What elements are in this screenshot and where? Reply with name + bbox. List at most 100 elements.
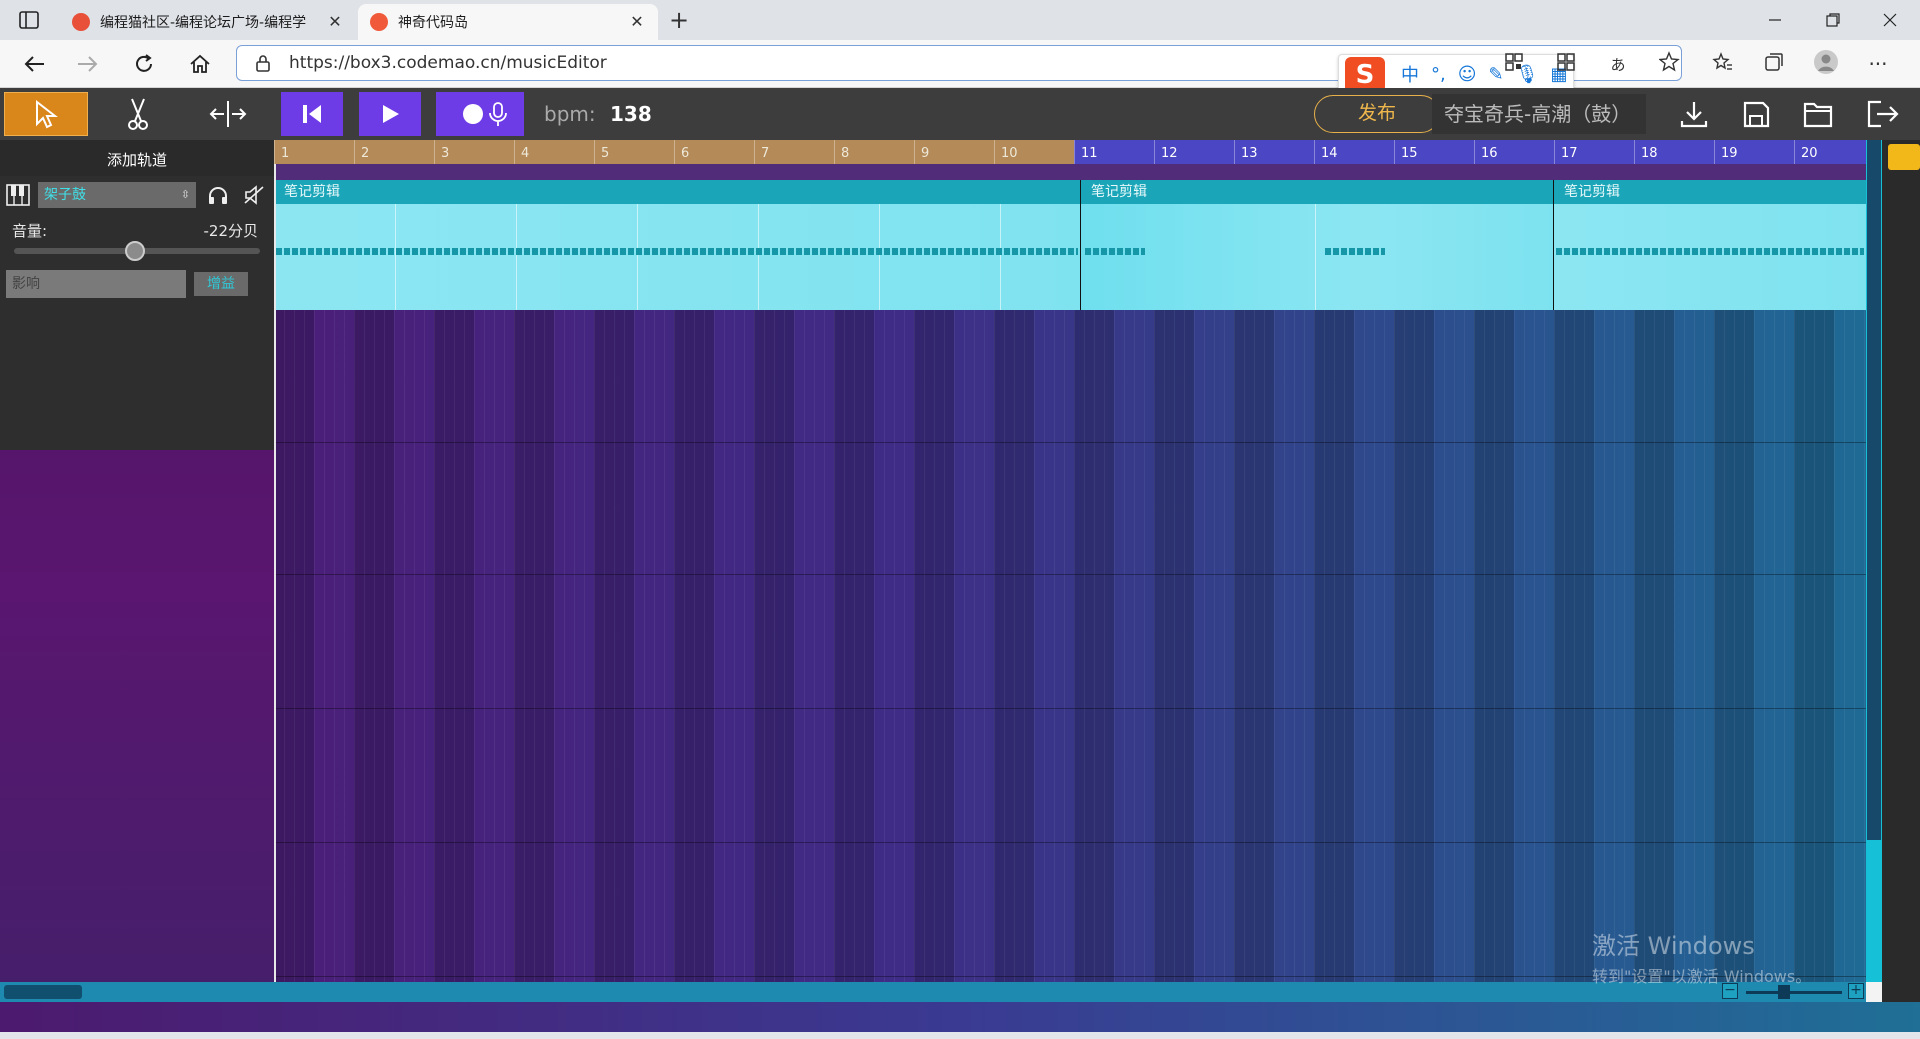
tab-close-icon[interactable]: ✕ [326, 13, 344, 31]
mute-speaker-icon[interactable] [242, 184, 266, 206]
note-clip[interactable]: 笔记剪辑 [1081, 180, 1553, 310]
skip-to-start-button[interactable] [281, 92, 343, 136]
measure-marker[interactable]: 2 [354, 140, 434, 164]
profile-avatar-icon[interactable] [1800, 49, 1852, 79]
favorite-add-icon[interactable] [1644, 51, 1696, 77]
measure-marker[interactable]: 13 [1234, 140, 1314, 164]
effect-input[interactable]: 影响 [6, 270, 186, 298]
volume-value: -22分贝 [203, 222, 259, 240]
playhead[interactable] [274, 164, 276, 982]
measure-marker[interactable]: 8 [834, 140, 914, 164]
measure-marker[interactable]: 16 [1474, 140, 1554, 164]
instrument-name: 架子鼓 [44, 187, 86, 203]
measure-marker[interactable]: 4 [514, 140, 594, 164]
zoom-slider[interactable] [1746, 991, 1842, 994]
forward-icon[interactable] [72, 49, 104, 79]
favorites-icon[interactable] [1696, 51, 1748, 77]
clip-label: 笔记剪辑 [274, 180, 1080, 204]
measure-marker[interactable]: 17 [1554, 140, 1634, 164]
track-panel: 添加轨道 架子鼓 ⇳ 音量: -22分贝 影响 增益 [0, 140, 274, 1039]
editor-toolbar: bpm: 138 发布 夺宝奇兵-高潮（鼓） [0, 88, 1920, 140]
play-button[interactable] [359, 92, 421, 136]
bpm-label: bpm: [544, 102, 596, 126]
bpm-value[interactable]: 138 [610, 102, 652, 126]
publish-button[interactable]: 发布 [1314, 95, 1440, 133]
measure-marker[interactable]: 3 [434, 140, 514, 164]
zoom-in-button[interactable]: + [1848, 983, 1864, 999]
cursor-arrow-icon [36, 99, 58, 129]
measure-marker[interactable]: 15 [1394, 140, 1474, 164]
ruler-underbar [274, 164, 1866, 180]
gain-button[interactable]: 增益 [194, 272, 248, 296]
vertical-scroll-thumb[interactable] [1867, 140, 1881, 840]
add-track-button[interactable]: 添加轨道 [0, 140, 274, 176]
measure-marker[interactable]: 5 [594, 140, 674, 164]
vertical-scrollbar[interactable] [1866, 140, 1882, 982]
exit-icon[interactable] [1862, 96, 1902, 132]
restore-icon[interactable] [1803, 0, 1863, 40]
ime-punct-toggle[interactable]: °, [1431, 64, 1446, 85]
tab-box3[interactable]: 神奇代码岛 ✕ [358, 4, 658, 40]
measure-marker[interactable]: 10 [994, 140, 1074, 164]
track-grid[interactable] [274, 310, 1866, 982]
measure-marker[interactable]: 9 [914, 140, 994, 164]
tab-title: 编程猫社区-编程论坛广场-编程学 [100, 15, 307, 31]
horizontal-scrollbar[interactable] [0, 982, 1866, 1002]
tab-actions-icon[interactable] [14, 8, 44, 32]
volume-slider-handle[interactable] [124, 241, 145, 261]
clip-label: 笔记剪辑 [1081, 180, 1553, 204]
skip-back-icon [303, 105, 321, 123]
clip-label: 笔记剪辑 [1554, 180, 1866, 204]
horizontal-scroll-thumb[interactable] [4, 985, 82, 999]
minimize-icon[interactable] [1745, 0, 1805, 40]
measure-marker[interactable]: 7 [754, 140, 834, 164]
open-folder-icon[interactable] [1798, 96, 1838, 132]
measure-marker[interactable]: 20 [1794, 140, 1874, 164]
windows-activation-watermark: 激活 Windows 转到"设置"以激活 Windows。 [1592, 926, 1811, 987]
select-caret-icon: ⇳ [180, 188, 190, 201]
measure-marker[interactable]: 1 [274, 140, 354, 164]
measure-marker[interactable]: 11 [1074, 140, 1154, 164]
emoji-icon[interactable]: ☺ [1458, 64, 1477, 85]
measure-marker[interactable]: 6 [674, 140, 754, 164]
tab-codemao-community[interactable]: 编程猫社区-编程论坛广场-编程学 ✕ [60, 4, 356, 40]
ime-mode-toggle[interactable]: 中 [1401, 61, 1419, 87]
drum-notes [1085, 248, 1145, 255]
measure-marker[interactable]: 12 [1154, 140, 1234, 164]
instrument-select[interactable]: 架子鼓 ⇳ [38, 182, 196, 208]
headphones-icon[interactable] [206, 184, 230, 206]
apps-icon[interactable] [1540, 52, 1592, 76]
back-icon[interactable] [18, 49, 50, 79]
note-clip[interactable]: 笔记剪辑 [274, 180, 1080, 310]
measure-marker[interactable]: 19 [1714, 140, 1794, 164]
collections-icon[interactable] [1748, 51, 1800, 77]
record-button[interactable] [436, 92, 524, 136]
home-icon[interactable] [184, 49, 216, 79]
split-tool-button[interactable] [190, 92, 266, 136]
note-clip[interactable]: 笔记剪辑 [1554, 180, 1866, 310]
cut-tool-button[interactable] [100, 92, 176, 136]
new-tab-button[interactable]: + [664, 6, 694, 36]
close-window-icon[interactable] [1860, 0, 1920, 40]
timeline-ruler[interactable]: 1 2 3 4 5 6 7 8 9 10 11 12 13 14 15 16 17 18 19 20 [274, 140, 1881, 164]
refresh-icon[interactable] [128, 49, 160, 79]
piano-keys-icon[interactable] [6, 184, 30, 206]
tab-title: 神奇代码岛 [398, 15, 468, 31]
folder-icon[interactable] [1888, 144, 1920, 170]
drum-notes [276, 248, 1078, 255]
more-menu-icon[interactable]: ··· [1852, 52, 1904, 76]
save-icon[interactable] [1736, 96, 1776, 132]
clip-body [1554, 204, 1866, 310]
volume-slider[interactable] [14, 241, 260, 261]
translate-icon[interactable]: あ [1592, 54, 1644, 75]
qr-icon[interactable] [1488, 52, 1540, 76]
song-name[interactable]: 夺宝奇兵-高潮（鼓） [1432, 94, 1646, 134]
select-tool-button[interactable] [4, 92, 88, 136]
drum-notes [1556, 248, 1864, 255]
tab-close-icon[interactable]: ✕ [628, 13, 646, 31]
measure-marker[interactable]: 18 [1634, 140, 1714, 164]
taskbar-edge [0, 1032, 1920, 1039]
zoom-slider-handle[interactable] [1778, 985, 1790, 999]
download-icon[interactable] [1674, 96, 1714, 132]
measure-marker[interactable]: 14 [1314, 140, 1394, 164]
